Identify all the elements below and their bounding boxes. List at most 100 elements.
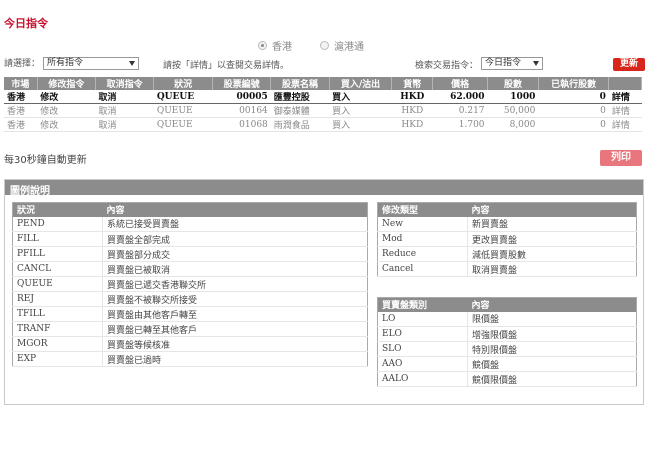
legend-code: REJ xyxy=(12,291,103,307)
cell-qty: 50,000 xyxy=(487,103,539,118)
cell-qty: 1000 xyxy=(487,90,539,104)
legend-row: ELO 增強限價盤 xyxy=(377,326,637,342)
legend-desc: 競價盤 xyxy=(467,356,637,372)
status-legend-table: 狀況 內容 PEND 系統已接受買賣盤 FILL 買賣盤全部完成 PFILL 買賣盤部… xyxy=(12,202,368,367)
legend-row: TRANF 買賣盤已轉至其他客戶 xyxy=(12,321,368,337)
legend-header-row: 狀況 內容 xyxy=(12,202,368,217)
legend-row: Cancel 取消買賣盤 xyxy=(377,261,637,277)
col-currency: 貨幣 xyxy=(391,77,434,90)
cell-market: 香港 xyxy=(4,103,38,118)
legend-code: PFILL xyxy=(12,246,103,262)
legend-desc: 買賣盤已轉至其他客戶 xyxy=(102,321,368,337)
legend-row: EXP 買賣盤已過時 xyxy=(12,351,368,367)
cell-status: QUEUE xyxy=(153,117,213,132)
col-qty: 股數 xyxy=(487,77,539,90)
cell-executed: 0 xyxy=(538,103,609,118)
search-type-select[interactable]: 今日指令 xyxy=(481,57,543,70)
cell-price: 0.217 xyxy=(432,103,488,118)
cell-executed: 0 xyxy=(538,117,609,132)
page-title: 今日指令 xyxy=(4,17,48,30)
market-radio-group: 香港 滬港通 xyxy=(258,38,364,53)
legend-desc: 買賣盤部分成交 xyxy=(102,246,368,262)
cell-code: 01068 xyxy=(212,117,271,132)
legend-code: EXP xyxy=(12,351,103,367)
legend-code: Mod xyxy=(377,231,468,247)
detail-hint: 請按「詳情」以查閱交易詳情。 xyxy=(163,61,290,71)
radio-unselected-icon[interactable] xyxy=(320,41,329,50)
legend-code: MGOR xyxy=(12,336,103,352)
legend-code: AALO xyxy=(377,371,468,387)
legend-row: New 新買賣盤 xyxy=(377,216,637,232)
legend-row: Mod 更改買賣盤 xyxy=(377,231,637,247)
legend-desc: 買賣盤已遞交香港聯交所 xyxy=(102,276,368,292)
legend-code: FILL xyxy=(12,231,103,247)
legend-row: SLO 特別限價盤 xyxy=(377,341,637,357)
cell-price: 1.700 xyxy=(432,117,488,132)
order-type-legend-table: 買賣盤類別 內容 LO 限價盤 ELO 增強限價盤 SLO 特別限價盤 AAO 競價盤 … xyxy=(377,297,637,387)
filter-bar: 請選擇： 所有指令 請按「詳情」以查閱交易詳情。 檢索交易指令： 今日指令 更新 xyxy=(4,56,646,72)
order-filter-value: 所有指令 xyxy=(47,58,84,68)
col-price: 價格 xyxy=(432,77,489,90)
modify-legend-table: 修改類型 內容 New 新買賣盤 Mod 更改買賣盤 Reduce 減低買賣股數 Ca… xyxy=(377,202,637,277)
legend-desc: 買賣盤已過時 xyxy=(102,351,368,367)
table-row: 香港 修改 取消 QUEUE 01068 雨潤食品 買入 HKD 1.700 8… xyxy=(4,117,642,132)
cancel-link[interactable]: 取消 xyxy=(95,117,154,132)
cancel-link[interactable]: 取消 xyxy=(95,103,154,118)
modify-link[interactable]: 修改 xyxy=(37,90,96,104)
dropdown-arrow-icon xyxy=(129,61,135,66)
legend-code: SLO xyxy=(377,341,468,357)
col-status: 狀況 xyxy=(153,77,213,90)
cell-name: 雨潤食品 xyxy=(270,117,330,132)
legend-desc: 減低買賣股數 xyxy=(467,246,637,262)
table-row: 香港 修改 取消 QUEUE 00005 匯豐控股 買入 HKD 62.000 … xyxy=(4,90,642,104)
dropdown-arrow-icon xyxy=(533,61,539,66)
legend-col-desc: 內容 xyxy=(467,202,637,217)
col-name: 股票名稱 xyxy=(270,77,330,90)
legend-code: QUEUE xyxy=(12,276,103,292)
legend-desc: 更改買賣盤 xyxy=(467,231,637,247)
print-button[interactable]: 列印 xyxy=(600,150,642,166)
modify-link[interactable]: 修改 xyxy=(37,117,96,132)
cell-currency: HKD xyxy=(391,117,433,132)
detail-link[interactable]: 詳情 xyxy=(608,90,642,104)
cell-name: 御泰媒體 xyxy=(270,103,330,118)
cell-status: QUEUE xyxy=(153,103,213,118)
col-modify: 修改指令 xyxy=(37,77,97,90)
select-label: 請選擇： xyxy=(4,59,41,69)
cancel-link[interactable]: 取消 xyxy=(95,90,154,104)
legend-row: AAO 競價盤 xyxy=(377,356,637,372)
legend-desc: 限價盤 xyxy=(467,311,637,327)
legend-desc: 新買賣盤 xyxy=(467,216,637,232)
legend-code: AAO xyxy=(377,356,468,372)
legend-col-code: 買賣盤類別 xyxy=(377,297,468,312)
orders-header-row: 市場 修改指令 取消指令 狀況 股票編號 股票名稱 買入/沽出 貨幣 價格 股數… xyxy=(4,77,642,90)
market-radio-hk[interactable]: 香港 xyxy=(258,38,292,53)
market-radio-connect[interactable]: 滬港通 xyxy=(320,38,364,53)
refresh-button[interactable]: 更新 xyxy=(613,58,645,71)
cell-side: 買入 xyxy=(329,90,392,104)
legend-desc: 特別限價盤 xyxy=(467,341,637,357)
legend-row: PEND 系統已接受買賣盤 xyxy=(12,216,368,232)
cell-executed: 0 xyxy=(538,90,609,104)
order-filter-select[interactable]: 所有指令 xyxy=(43,57,139,70)
legend-panel: 圖例說明 狀況 內容 PEND 系統已接受買賣盤 FILL 買賣盤全部完成 PFIL… xyxy=(4,179,644,405)
legend-col-code: 狀況 xyxy=(12,202,103,217)
legend-header-row: 修改類型 內容 xyxy=(377,202,637,217)
legend-row: FILL 買賣盤全部完成 xyxy=(12,231,368,247)
col-detail xyxy=(608,77,642,90)
detail-link[interactable]: 詳情 xyxy=(608,103,642,118)
legend-title: 圖例說明 xyxy=(5,180,643,197)
modify-link[interactable]: 修改 xyxy=(37,103,96,118)
legend-code: New xyxy=(377,216,468,232)
search-type-value: 今日指令 xyxy=(485,58,522,68)
cell-side: 買入 xyxy=(329,103,392,118)
col-executed: 已執行股數 xyxy=(538,77,610,90)
legend-desc: 買賣盤由其他客戶轉至 xyxy=(102,306,368,322)
legend-header-row: 買賣盤類別 內容 xyxy=(377,297,637,312)
legend-col-desc: 內容 xyxy=(102,202,368,217)
legend-code: CANCL xyxy=(12,261,103,277)
radio-selected-icon[interactable] xyxy=(258,41,267,50)
orders-table: 市場 修改指令 取消指令 狀況 股票編號 股票名稱 買入/沽出 貨幣 價格 股數… xyxy=(4,77,642,132)
detail-link[interactable]: 詳情 xyxy=(608,117,642,132)
legend-code: LO xyxy=(377,311,468,327)
